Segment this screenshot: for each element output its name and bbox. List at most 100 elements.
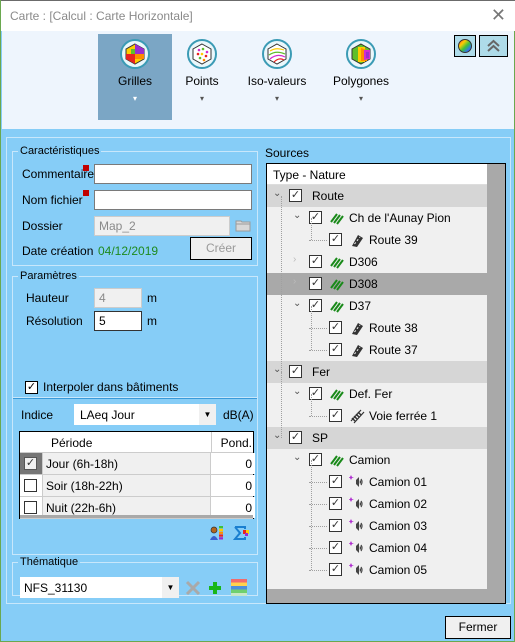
tree-node-checkbox[interactable]: ✓: [329, 475, 342, 488]
ribbon-button-points[interactable]: Points ▾: [172, 34, 232, 120]
chevron-down-icon[interactable]: ⌄: [293, 298, 303, 309]
chevron-right-icon[interactable]: ›: [293, 276, 303, 287]
tree-node-label: Def. Fer: [349, 387, 393, 401]
collapse-ribbon-button[interactable]: [479, 35, 508, 57]
tree-node[interactable]: ✓ Route 39: [267, 229, 487, 251]
row-checkbox[interactable]: [24, 501, 37, 514]
tree-node-checkbox[interactable]: ✓: [289, 431, 302, 444]
nom-fichier-label: Nom fichier: [22, 193, 83, 207]
thematique-select[interactable]: NFS_31130 ▼: [20, 577, 179, 598]
row-checkbox[interactable]: [24, 479, 37, 492]
row-checkbox[interactable]: ✓: [24, 457, 37, 470]
required-marker: [83, 165, 89, 171]
date-creation-value: 04/12/2019: [98, 244, 159, 258]
table-row[interactable]: ✓ Jour (6h-18h) 0: [20, 453, 255, 475]
tree-node-label: Ch de l'Aunay Pion: [349, 211, 451, 225]
tree-node-checkbox[interactable]: ✓: [329, 409, 342, 422]
weighting-profile-button[interactable]: [209, 525, 225, 544]
color-palette-button[interactable]: [454, 35, 476, 57]
browse-folder-button[interactable]: [235, 217, 251, 236]
collapse-ribbon-icon: [487, 39, 500, 52]
tree-connector: [309, 240, 327, 241]
tree-node[interactable]: ✓ Route 38: [267, 317, 487, 339]
tree-list: ⌄ ✓ Route ⌄ ✓ Ch de l'Aunay Pion ✓ Route 39 › ✓ D3…: [267, 185, 487, 589]
tree-node[interactable]: ⌄ ✓ Camion: [267, 449, 487, 471]
sum-button[interactable]: [232, 525, 251, 544]
chevron-down-icon[interactable]: ⌄: [293, 452, 303, 463]
polygons-map-icon: [346, 39, 376, 69]
tree-node[interactable]: ✓ Camion 03: [267, 515, 487, 537]
chevron-down-icon[interactable]: ⌄: [293, 386, 303, 397]
tree-node-checkbox[interactable]: ✓: [329, 497, 342, 510]
ribbon-button-polygones[interactable]: Polygones ▾: [327, 34, 395, 120]
tree-node-checkbox[interactable]: ✓: [309, 277, 322, 290]
hauteur-label: Hauteur: [26, 291, 69, 305]
road-line-icon: [329, 276, 345, 292]
tree-node-checkbox[interactable]: ✓: [329, 343, 342, 356]
creer-button[interactable]: Créer: [190, 237, 252, 260]
tree-node[interactable]: ⌄ ✓ Ch de l'Aunay Pion: [267, 207, 487, 229]
header-pond[interactable]: Pond.: [211, 432, 255, 452]
edit-thematique-colors-button[interactable]: [230, 578, 248, 600]
pond-cell[interactable]: 0: [211, 453, 255, 474]
tree-connector: [309, 350, 327, 351]
chevron-down-icon[interactable]: ⌄: [293, 210, 303, 221]
tree-column-header[interactable]: Type - Nature: [267, 164, 487, 185]
color-scale-icon: [231, 579, 247, 596]
tree-node-checkbox[interactable]: ✓: [309, 255, 322, 268]
periode-cell: Jour (6h-18h): [43, 453, 211, 474]
table-footer: [20, 515, 253, 518]
chevron-right-icon[interactable]: ›: [293, 254, 303, 265]
tree-node[interactable]: ✓ Camion 01: [267, 471, 487, 493]
tree-node-checkbox[interactable]: ✓: [289, 365, 302, 378]
tree-node-checkbox[interactable]: ✓: [289, 189, 302, 202]
color-palette-icon: [458, 39, 472, 53]
hauteur-input: [94, 288, 142, 308]
tree-node[interactable]: ⌄ ✓ D37: [267, 295, 487, 317]
ribbon-button-grilles[interactable]: Grilles ▾: [98, 34, 172, 120]
tree-node[interactable]: ⌄ ✓ Def. Fer: [267, 383, 487, 405]
tree-node-label: D308: [349, 277, 378, 291]
tree-group-node[interactable]: ⌄ ✓ Fer: [267, 361, 487, 383]
person-levels-icon: [210, 526, 223, 540]
ribbon-label: Polygones: [332, 74, 390, 88]
tree-node[interactable]: ✓ Route 37: [267, 339, 487, 361]
main-panel: Caractéristiques Commentaire Nom fichier…: [6, 137, 511, 604]
tree-node[interactable]: ✓ Camion 05: [267, 559, 487, 581]
fermer-button[interactable]: Fermer: [445, 616, 511, 639]
tree-node-label: Camion 05: [369, 563, 428, 577]
tree-group-node[interactable]: ⌄ ✓ Route: [267, 185, 487, 207]
tree-node[interactable]: › ✓ D306: [267, 251, 487, 273]
road-segment-icon: [349, 342, 365, 358]
interpoler-checkbox[interactable]: ✓: [25, 381, 38, 394]
ribbon-button-iso-valeurs[interactable]: Iso-valeurs ▾: [242, 34, 312, 120]
tree-node[interactable]: ✓ Camion 02: [267, 493, 487, 515]
tree-node[interactable]: ✓ Voie ferrée 1: [267, 405, 487, 427]
grid-map-icon: [120, 39, 150, 69]
tree-group-node[interactable]: ⌄ ✓ SP: [267, 427, 487, 449]
ribbon: Grilles ▾ Points ▾ Iso-valeurs ▾ Polygon…: [2, 31, 514, 129]
close-icon[interactable]: ✕: [491, 5, 506, 25]
tree-node-checkbox[interactable]: ✓: [329, 233, 342, 246]
tree-node-checkbox[interactable]: ✓: [329, 321, 342, 334]
header-periode[interactable]: Période: [45, 432, 211, 452]
tree-connector: [311, 306, 312, 350]
tree-connector: [281, 196, 282, 372]
resolution-input[interactable]: [94, 311, 142, 331]
table-row[interactable]: Soir (18h-22h) 0: [20, 475, 255, 497]
add-thematique-button[interactable]: [207, 580, 223, 599]
nom-fichier-input[interactable]: [94, 190, 252, 210]
commentaire-input[interactable]: [94, 164, 252, 184]
ribbon-label: Grilles: [117, 74, 152, 88]
tree-node-checkbox[interactable]: ✓: [329, 541, 342, 554]
indice-select[interactable]: LAeq Jour ▼: [74, 404, 216, 425]
delete-thematique-button[interactable]: [185, 580, 201, 599]
thematique-selected-value: NFS_31130: [24, 581, 88, 595]
tree-node-checkbox[interactable]: ✓: [329, 519, 342, 532]
tree-node-checkbox[interactable]: ✓: [329, 563, 342, 576]
tree-node-label: Camion: [349, 453, 391, 467]
pond-cell[interactable]: 0: [211, 475, 255, 496]
tree-node-label: Fer: [312, 365, 330, 379]
tree-node[interactable]: › ✓ D308: [267, 273, 487, 295]
tree-node[interactable]: ✓ Camion 04: [267, 537, 487, 559]
